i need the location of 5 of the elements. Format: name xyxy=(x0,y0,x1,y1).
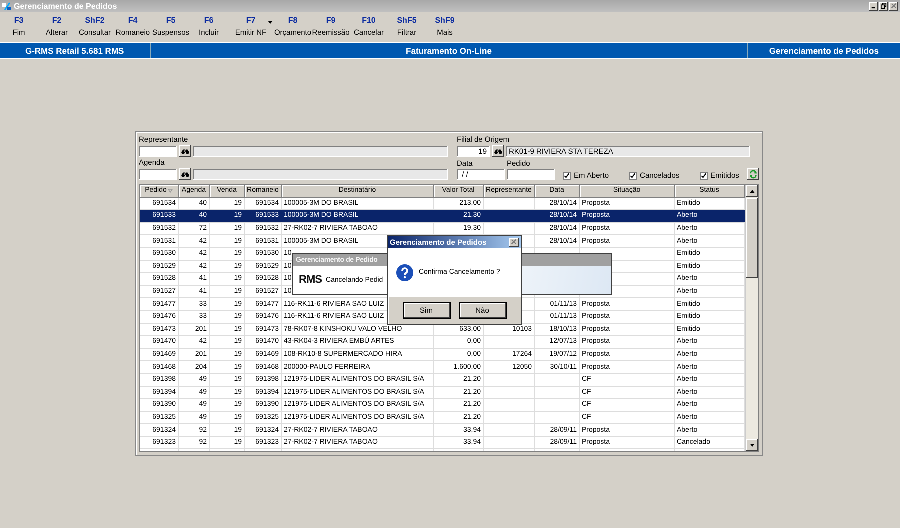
logo: RMS xyxy=(299,274,322,286)
status-text: Gerenciamento de Pedidos xyxy=(747,43,900,58)
status-text: Faturamento On-Line xyxy=(150,43,748,58)
status-text: G-RMS Retail 5.681 RMS xyxy=(24,44,126,58)
window-title: Gerenciamento de Pedidos xyxy=(14,2,118,10)
